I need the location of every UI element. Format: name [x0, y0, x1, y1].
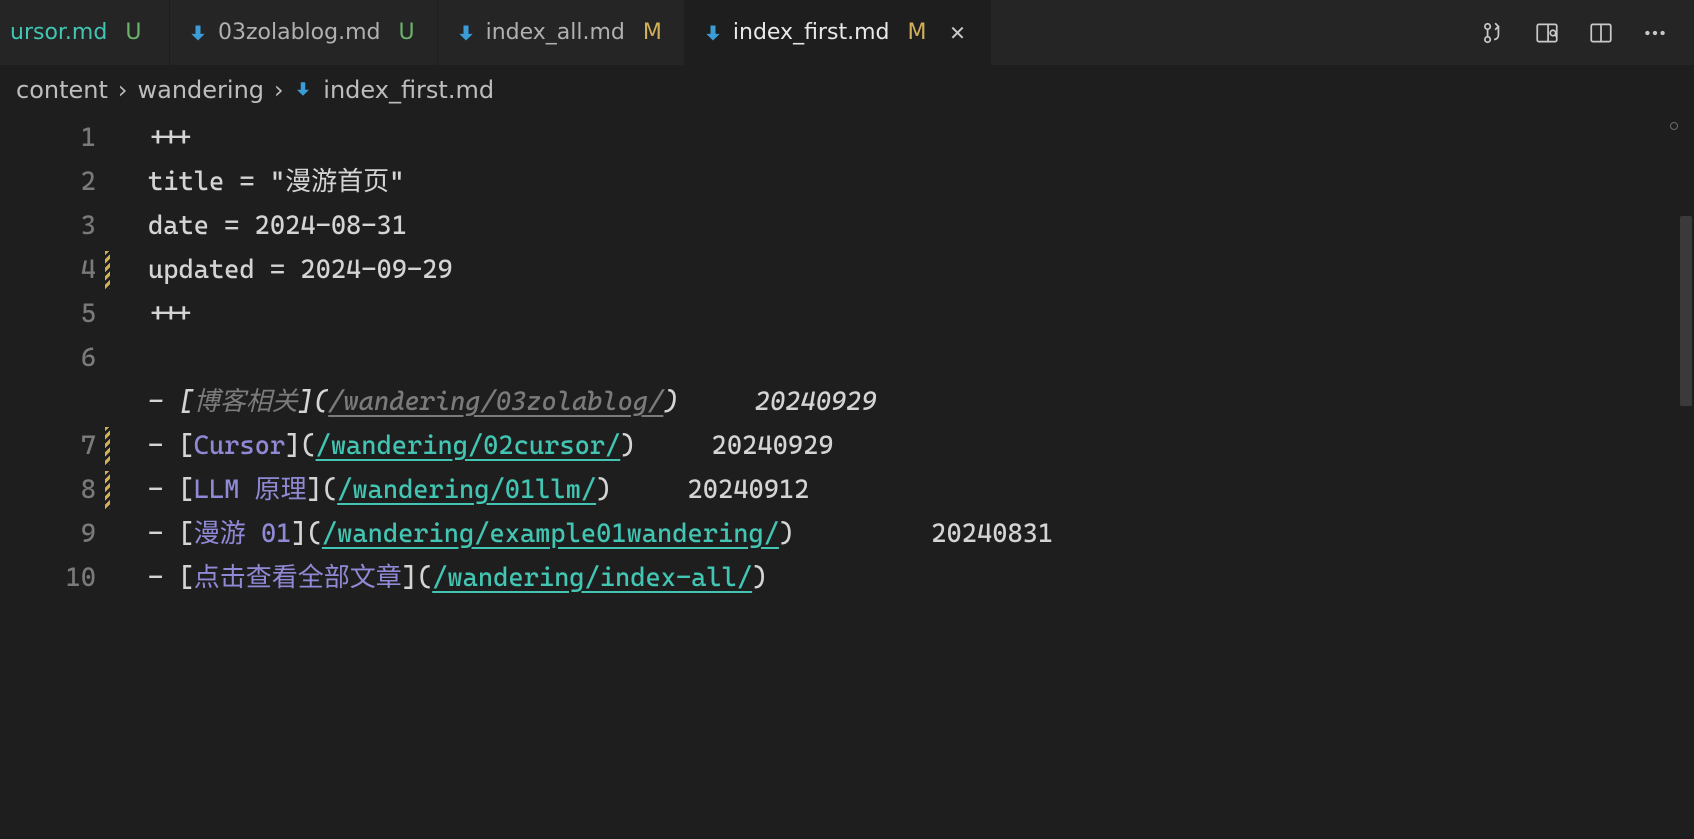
- markdown-icon: [703, 23, 723, 43]
- breadcrumb-segment[interactable]: wandering: [138, 76, 265, 104]
- more-actions-icon[interactable]: [1642, 20, 1668, 46]
- line-number: 1: [0, 116, 96, 160]
- code-line[interactable]: - [漫游 01](/wandering/example01wandering/…: [148, 512, 1694, 556]
- markdown-icon: [456, 23, 476, 43]
- chevron-right-icon: ›: [118, 76, 128, 104]
- tab-03zolablog[interactable]: 03zolablog.md U: [170, 0, 438, 65]
- tab-actions: [1450, 0, 1694, 65]
- tab-status: M: [643, 20, 662, 45]
- compare-changes-icon[interactable]: [1480, 20, 1506, 46]
- code-line[interactable]: date = 2024-08-31: [148, 204, 1694, 248]
- code-line[interactable]: title = "漫游首页": [148, 160, 1694, 204]
- line-number: 10: [0, 556, 96, 600]
- tab-bar: ursor.md U 03zolablog.md U index_all.md …: [0, 0, 1694, 66]
- split-editor-icon[interactable]: [1588, 20, 1614, 46]
- line-number: 4: [0, 248, 96, 292]
- tab-label: ursor.md: [10, 20, 107, 45]
- code-area[interactable]: +++title = "漫游首页"date = 2024-08-31update…: [128, 116, 1694, 839]
- code-line[interactable]: - [点击查看全部文章](/wandering/index-all/): [148, 556, 1694, 600]
- tab-index-first[interactable]: index_first.md M ✕: [685, 0, 992, 65]
- line-number: [0, 380, 96, 424]
- tab-index-all[interactable]: index_all.md M: [438, 0, 685, 65]
- line-number: 7: [0, 424, 96, 468]
- code-line[interactable]: +++: [148, 116, 1694, 160]
- code-line[interactable]: updated = 2024-09-29: [148, 248, 1694, 292]
- code-line[interactable]: - [LLM 原理](/wandering/01llm/) 20240912: [148, 468, 1694, 512]
- line-number: 3: [0, 204, 96, 248]
- tab-label: index_all.md: [486, 20, 625, 45]
- scrollbar-thumb[interactable]: [1680, 216, 1692, 406]
- line-number: 5: [0, 292, 96, 336]
- line-number: 9: [0, 512, 96, 556]
- tab-label: 03zolablog.md: [218, 20, 381, 45]
- editor[interactable]: 12345678910 +++title = "漫游首页"date = 2024…: [0, 116, 1694, 839]
- breadcrumb-file[interactable]: index_first.md: [294, 76, 494, 104]
- markdown-icon: [294, 80, 312, 98]
- minimap-cursor-icon: [1670, 122, 1678, 130]
- tab-status: M: [907, 20, 926, 45]
- chevron-right-icon: ›: [274, 76, 284, 104]
- tab-status: U: [399, 20, 415, 45]
- line-number: 8: [0, 468, 96, 512]
- breadcrumb: content › wandering › index_first.md: [0, 66, 1694, 116]
- open-preview-icon[interactable]: [1534, 20, 1560, 46]
- markdown-icon: [188, 23, 208, 43]
- code-line[interactable]: - [博客相关](/wandering/03zolablog/) 2024092…: [148, 380, 1694, 424]
- code-line[interactable]: - [Cursor](/wandering/02cursor/) 2024092…: [148, 424, 1694, 468]
- line-number: 2: [0, 160, 96, 204]
- close-icon[interactable]: ✕: [946, 22, 968, 44]
- line-number: 6: [0, 336, 96, 380]
- line-number-gutter: 123456 78910: [0, 116, 128, 839]
- code-line[interactable]: +++: [148, 292, 1694, 336]
- tab-status: U: [125, 20, 141, 45]
- breadcrumb-segment[interactable]: content: [16, 76, 108, 104]
- vertical-scrollbar[interactable]: [1678, 116, 1694, 839]
- tab-cursor[interactable]: ursor.md U: [0, 0, 170, 65]
- tab-label: index_first.md: [733, 20, 890, 45]
- code-line[interactable]: [148, 336, 1694, 380]
- breadcrumb-file-label: index_first.md: [323, 76, 494, 104]
